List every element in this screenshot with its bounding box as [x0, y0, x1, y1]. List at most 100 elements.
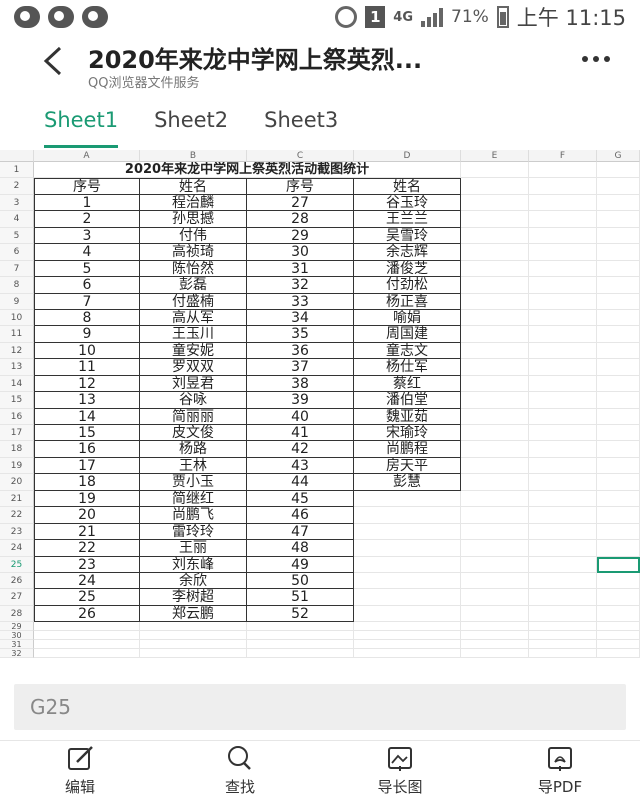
row-number[interactable]: 25	[0, 556, 34, 573]
empty-cell[interactable]	[461, 523, 529, 541]
empty-cell[interactable]	[461, 211, 529, 228]
row-number[interactable]: 5	[0, 227, 34, 245]
data-cell[interactable]: 38	[247, 375, 354, 393]
data-cell[interactable]: 李树超	[140, 589, 247, 606]
row-number[interactable]: 23	[0, 523, 34, 541]
empty-cell[interactable]	[461, 441, 529, 458]
row-number[interactable]: 13	[0, 359, 34, 376]
empty-cell[interactable]	[529, 490, 597, 508]
empty-cell[interactable]	[461, 540, 529, 557]
empty-cell[interactable]	[597, 507, 640, 524]
data-cell[interactable]: 30	[247, 244, 354, 261]
data-cell[interactable]: 余志辉	[354, 244, 461, 261]
tab-sheet3[interactable]: Sheet3	[264, 96, 338, 148]
column-header[interactable]: A	[34, 150, 140, 162]
empty-cell[interactable]	[461, 277, 529, 294]
data-cell[interactable]: 39	[247, 392, 354, 409]
empty-cell[interactable]	[597, 309, 640, 327]
empty-cell[interactable]	[529, 293, 597, 310]
empty-cell[interactable]	[529, 507, 597, 524]
data-cell[interactable]	[354, 572, 461, 590]
empty-cell[interactable]	[461, 244, 529, 261]
row-number[interactable]: 31	[0, 640, 34, 650]
data-cell[interactable]: 3	[34, 227, 140, 245]
empty-cell[interactable]	[247, 631, 354, 641]
empty-cell[interactable]	[529, 178, 597, 195]
data-cell[interactable]: 孙思撼	[140, 211, 247, 228]
empty-cell[interactable]	[529, 260, 597, 278]
empty-cell[interactable]	[461, 408, 529, 425]
empty-cell[interactable]	[597, 640, 640, 650]
data-cell[interactable]: 高从军	[140, 309, 247, 327]
row-number[interactable]: 12	[0, 342, 34, 360]
column-header[interactable]: C	[247, 150, 354, 162]
data-cell[interactable]: 王丽	[140, 540, 247, 557]
empty-cell[interactable]	[461, 194, 529, 212]
empty-cell[interactable]	[529, 649, 597, 659]
data-cell[interactable]: 7	[34, 293, 140, 310]
empty-cell[interactable]	[597, 572, 640, 590]
data-cell[interactable]: 童志文	[354, 342, 461, 360]
data-cell[interactable]: 25	[34, 589, 140, 606]
empty-cell[interactable]	[597, 540, 640, 557]
data-cell[interactable]: 45	[247, 490, 354, 508]
empty-cell[interactable]	[597, 589, 640, 606]
data-cell[interactable]: 31	[247, 260, 354, 278]
data-cell[interactable]: 46	[247, 507, 354, 524]
selected-cell[interactable]	[597, 556, 640, 573]
empty-cell[interactable]	[461, 227, 529, 245]
empty-cell[interactable]	[597, 244, 640, 261]
export-image-button[interactable]: 导长图	[320, 741, 480, 800]
empty-cell[interactable]	[597, 293, 640, 310]
cell-grid[interactable]: 1 2020年来龙中学网上祭英烈活动截图统计 2 序号 姓名 序号 姓名 3 1 程治麟 27 谷玉玲…	[0, 162, 640, 659]
data-cell[interactable]: 15	[34, 425, 140, 442]
data-cell[interactable]	[354, 507, 461, 524]
data-cell[interactable]: 谷咏	[140, 392, 247, 409]
row-number[interactable]: 11	[0, 326, 34, 343]
row-number[interactable]: 4	[0, 211, 34, 228]
row-number[interactable]: 24	[0, 540, 34, 557]
empty-cell[interactable]	[461, 326, 529, 343]
empty-cell[interactable]	[354, 640, 461, 650]
data-cell[interactable]: 童安妮	[140, 342, 247, 360]
data-cell[interactable]: 51	[247, 589, 354, 606]
empty-cell[interactable]	[140, 640, 247, 650]
data-cell[interactable]: 潘俊芝	[354, 260, 461, 278]
row-number[interactable]: 10	[0, 309, 34, 327]
empty-cell[interactable]	[247, 640, 354, 650]
data-cell[interactable]: 雷玲玲	[140, 523, 247, 541]
empty-cell[interactable]	[597, 277, 640, 294]
empty-cell[interactable]	[529, 342, 597, 360]
empty-cell[interactable]	[529, 640, 597, 650]
data-cell[interactable]: 9	[34, 326, 140, 343]
data-cell[interactable]	[354, 490, 461, 508]
empty-cell[interactable]	[529, 457, 597, 475]
empty-cell[interactable]	[597, 408, 640, 425]
row-number[interactable]: 15	[0, 392, 34, 409]
data-cell[interactable]: 22	[34, 540, 140, 557]
empty-cell[interactable]	[597, 194, 640, 212]
empty-cell[interactable]	[461, 178, 529, 195]
empty-cell[interactable]	[529, 194, 597, 212]
empty-cell[interactable]	[529, 441, 597, 458]
empty-cell[interactable]	[247, 649, 354, 659]
empty-cell[interactable]	[140, 649, 247, 659]
empty-cell[interactable]	[529, 244, 597, 261]
row-number[interactable]: 8	[0, 277, 34, 294]
data-cell[interactable]: 35	[247, 326, 354, 343]
empty-cell[interactable]	[461, 162, 529, 179]
empty-cell[interactable]	[461, 309, 529, 327]
data-cell[interactable]: 4	[34, 244, 140, 261]
row-number[interactable]: 19	[0, 457, 34, 475]
row-number[interactable]: 6	[0, 244, 34, 261]
tab-sheet1[interactable]: Sheet1	[44, 96, 119, 148]
column-header[interactable]: D	[354, 150, 461, 162]
data-cell[interactable]: 52	[247, 605, 354, 623]
empty-cell[interactable]	[529, 631, 597, 641]
empty-cell[interactable]	[529, 162, 597, 179]
data-cell[interactable]: 49	[247, 556, 354, 573]
row-number[interactable]: 16	[0, 408, 34, 425]
row-number[interactable]: 27	[0, 589, 34, 606]
row-number[interactable]: 21	[0, 490, 34, 508]
column-header[interactable]: G	[597, 150, 640, 162]
